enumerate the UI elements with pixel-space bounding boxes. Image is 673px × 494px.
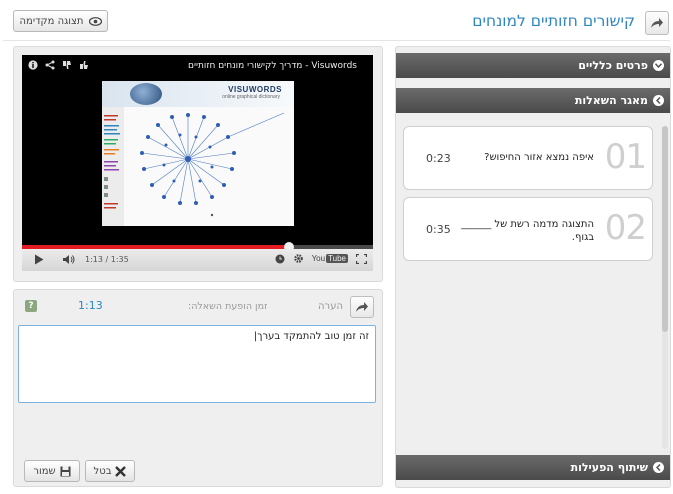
play-icon[interactable]	[34, 254, 44, 265]
question-text: התצוגה מדמה רשת של ______ בגוף.	[461, 219, 594, 243]
question-list-scroll-thumb[interactable]	[662, 126, 668, 332]
settings-gear-icon[interactable]	[293, 253, 304, 264]
accordion-questions-label: מאגר השאלות	[574, 94, 648, 107]
youtube-logo[interactable]: You Tube	[312, 254, 348, 263]
video-controls: 1:13 / 1:35 You Tube	[22, 249, 373, 271]
comment-textarea[interactable]	[18, 325, 376, 403]
preview-button[interactable]: תצוגה מקדימה	[13, 10, 108, 32]
accordion-question-bank[interactable]: מאגר השאלות	[396, 88, 670, 113]
visuwords-tagline: online graphical dictionary	[222, 94, 280, 100]
thumbs-down-icon[interactable]	[62, 60, 72, 70]
preview-button-label: תצוגה מקדימה	[19, 15, 84, 27]
close-icon	[115, 465, 127, 477]
reply-arrow-icon[interactable]	[350, 296, 374, 318]
floppy-disk-icon	[60, 466, 71, 477]
accordion-share-activity[interactable]: שיתוף הפעילות	[396, 455, 670, 480]
chevron-down-icon	[653, 60, 664, 71]
cancel-button-label: בטל	[93, 465, 112, 477]
question-card[interactable]: 02 התצוגה מדמה רשת של ______ בגוף. 0:35	[403, 197, 653, 261]
cancel-button[interactable]: בטל	[85, 460, 135, 482]
accordion-share-label: שיתוף הפעילות	[570, 461, 648, 474]
video-top-controls	[28, 60, 89, 70]
question-number: 01	[604, 137, 647, 177]
question-time-value: 1:13	[78, 299, 103, 312]
video-time: 1:13 / 1:35	[85, 255, 129, 264]
youtube-logo-tube: Tube	[326, 254, 348, 263]
save-button[interactable]: שמור	[24, 460, 80, 482]
chevron-left-icon	[653, 462, 664, 473]
question-time: 0:35	[426, 223, 451, 236]
share-arrow-icon[interactable]	[645, 11, 669, 35]
question-card[interactable]: 01 איפה נמצא אזור החיפוש? 0:23	[403, 126, 653, 190]
video-right-controls: You Tube	[275, 253, 367, 264]
question-time-label: זמן הופעת השאלה:	[188, 301, 268, 312]
info-icon[interactable]	[28, 60, 38, 70]
video-title: Visuwords - מדריך לקישורי מונחים חזותיים	[187, 61, 357, 71]
share-icon[interactable]	[45, 60, 55, 70]
volume-icon[interactable]	[62, 254, 75, 265]
watch-later-icon[interactable]	[275, 254, 285, 264]
accordion-general-label: פרטים כלליים	[578, 59, 648, 72]
comment-label: הערה	[318, 301, 343, 312]
question-time: 0:23	[426, 152, 451, 165]
visuwords-logo: VISUWORDS	[228, 85, 282, 94]
visuwords-graph	[124, 107, 294, 226]
fullscreen-icon[interactable]	[356, 253, 367, 264]
video-player[interactable]: Visuwords - מדריך לקישורי מונחים חזותיים…	[22, 55, 373, 271]
youtube-logo-you: You	[311, 254, 326, 263]
question-number: 02	[604, 208, 647, 248]
video-frame: VISUWORDS online graphical dictionary	[102, 81, 294, 226]
accordion-general-details[interactable]: פרטים כלליים	[396, 53, 670, 78]
visuwords-sidebar	[102, 107, 124, 226]
save-button-label: שמור	[33, 465, 56, 477]
globe-image	[130, 83, 162, 105]
page-title: קישורים חזותיים למונחים	[472, 12, 635, 30]
thumbs-up-icon[interactable]	[79, 60, 89, 70]
help-icon[interactable]: ?	[25, 300, 37, 312]
chevron-left-icon	[653, 95, 664, 106]
eye-icon	[88, 16, 102, 26]
header-divider	[3, 40, 670, 41]
question-text: איפה נמצא אזור החיפוש?	[484, 152, 594, 163]
